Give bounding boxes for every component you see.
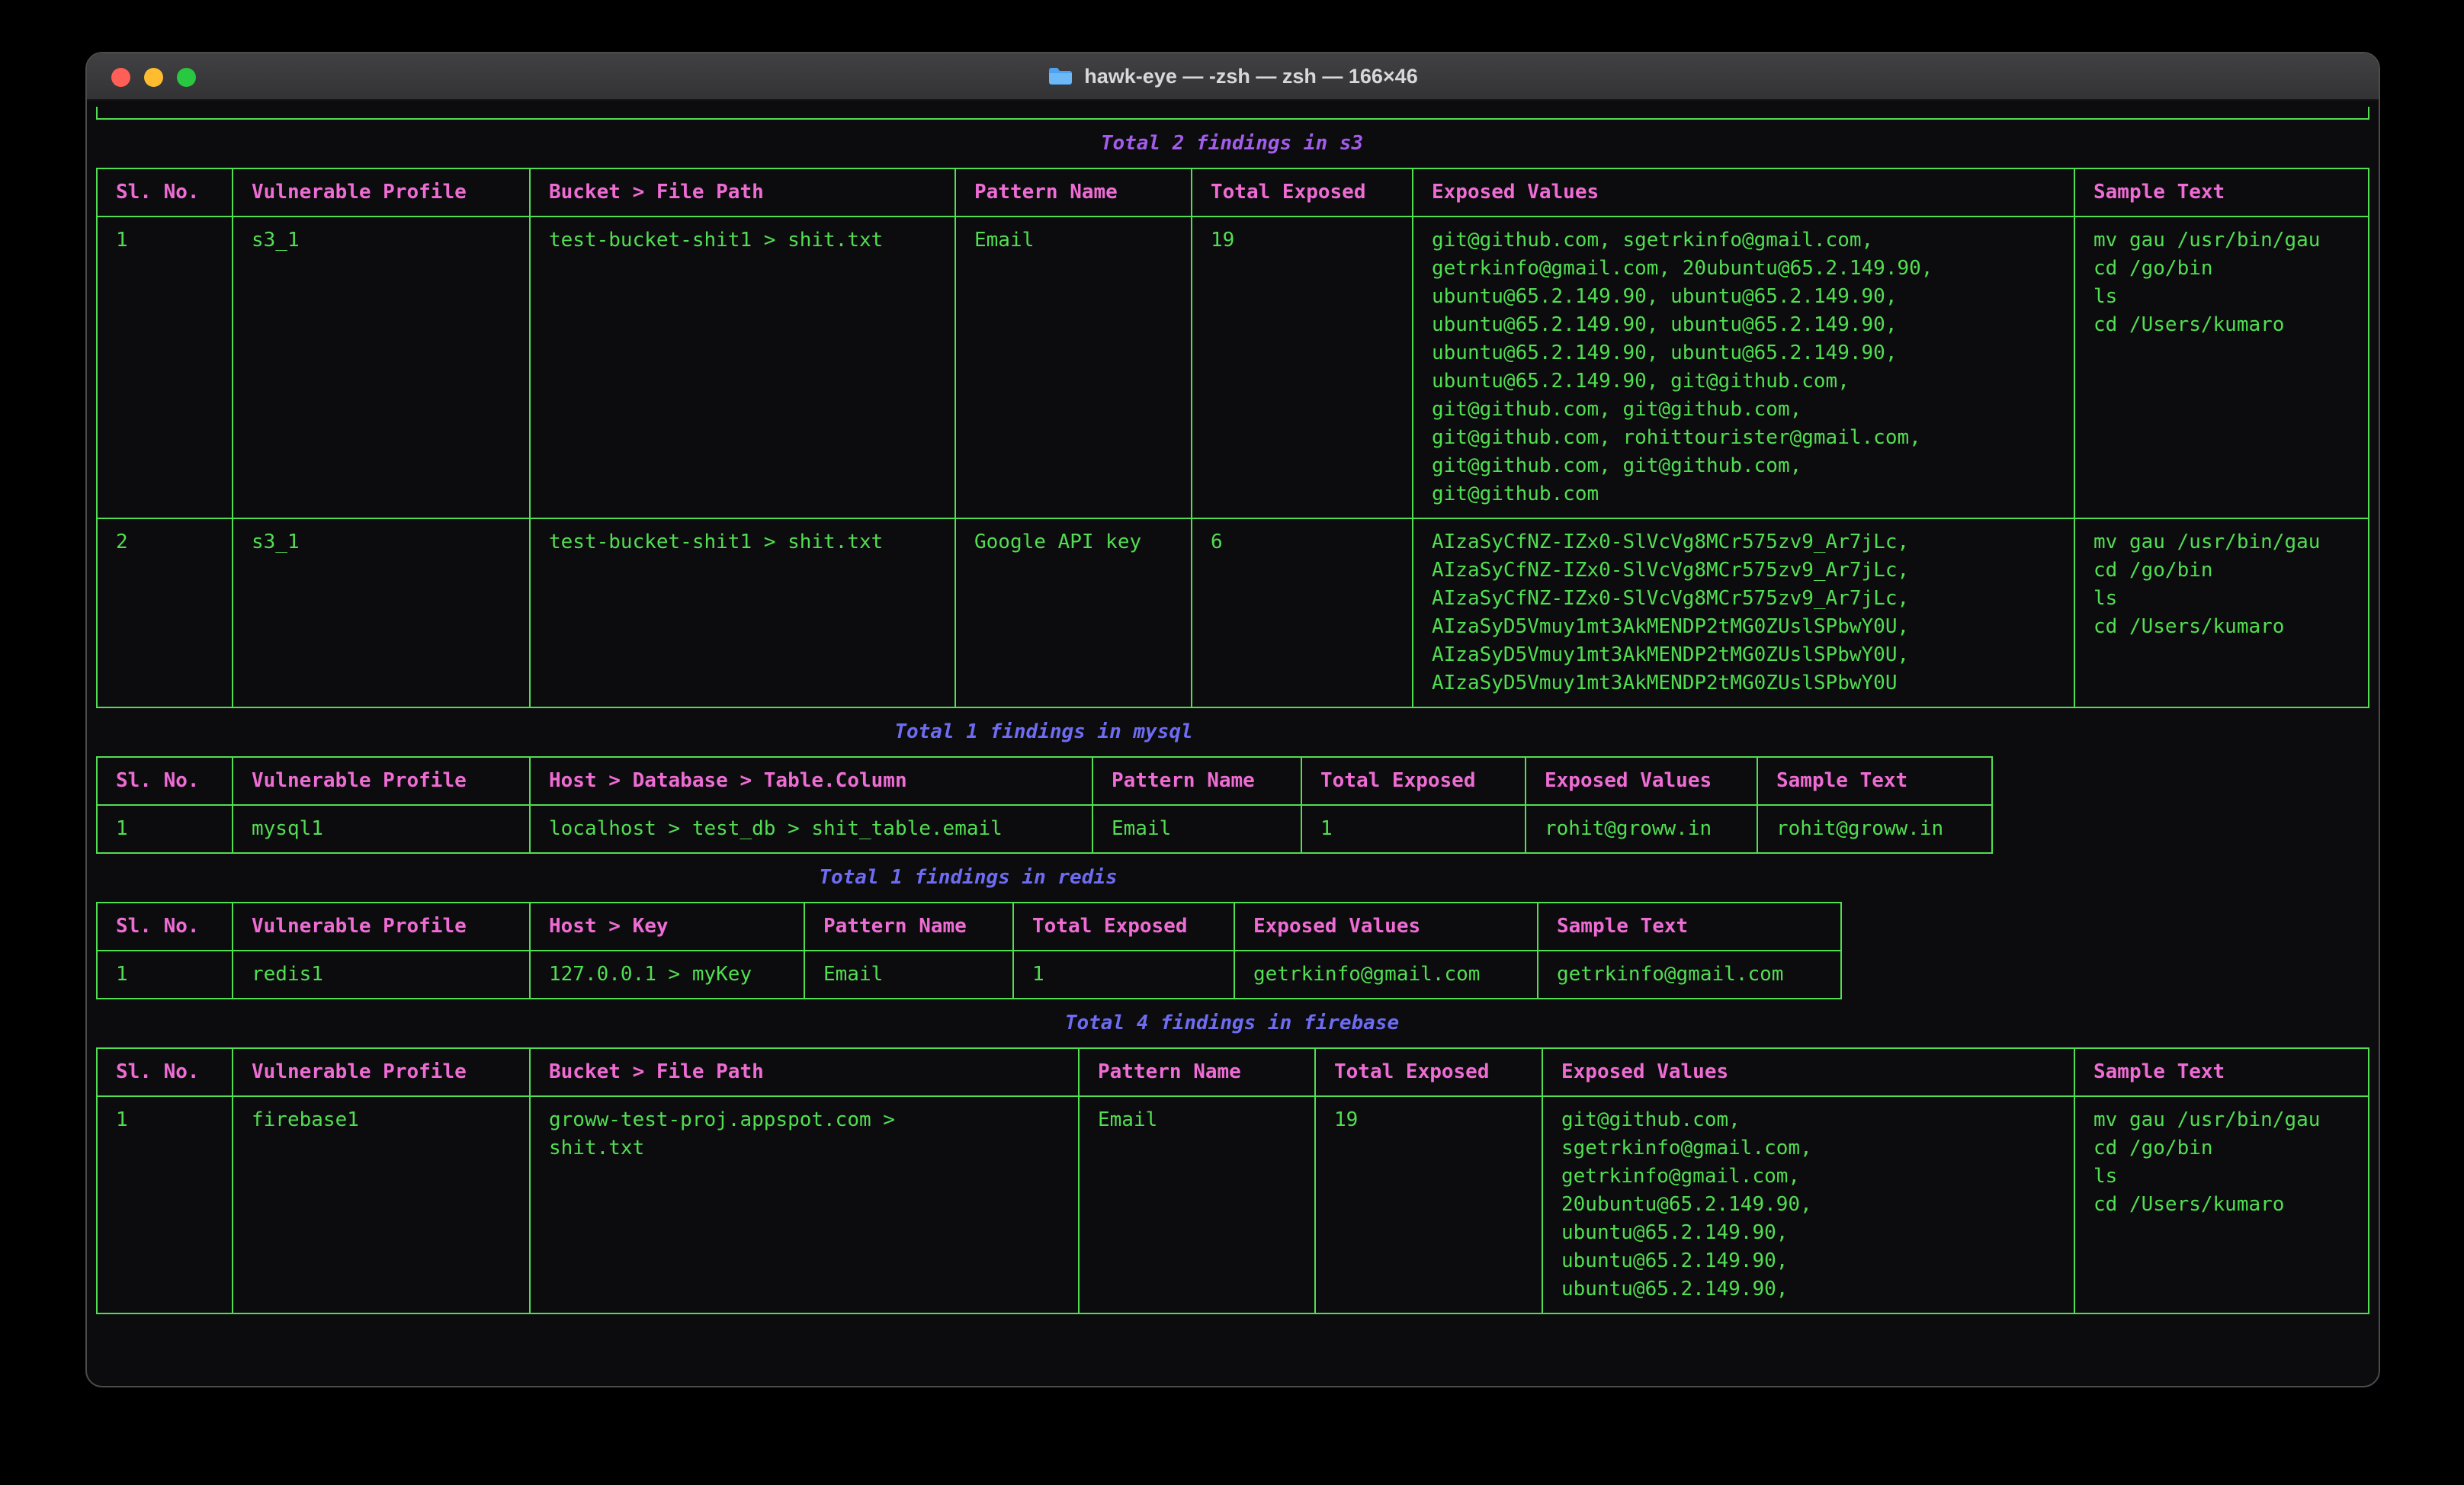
column-header: Bucket > File Path — [530, 168, 955, 216]
column-header: Sample Text — [1757, 757, 1992, 805]
header-row: Sl. No.Vulnerable ProfileBucket > File P… — [97, 1048, 2369, 1096]
findings-section-s3: Total 2 findings in s3 Sl. No.Vulnerable … — [96, 130, 2368, 708]
table-cell: 127.0.0.1 > myKey — [530, 951, 804, 999]
table-row: 1s3_1test-bucket-shit1 > shit.txtEmail19… — [97, 216, 2369, 518]
table-cell: 1 — [1301, 805, 1526, 853]
column-header: Sl. No. — [97, 903, 233, 951]
column-header: Sample Text — [2074, 168, 2369, 216]
table-cell: rohit@groww.in — [1526, 805, 1757, 853]
section-title-firebase: Total 4 findings in firebase — [96, 1009, 2368, 1038]
table-cell: Email — [955, 216, 1192, 518]
window-titlebar[interactable]: hawk-eye — -zsh — zsh — 166×46 — [87, 53, 2379, 101]
column-header: Total Exposed — [1192, 168, 1413, 216]
table-cell: 19 — [1315, 1096, 1542, 1313]
column-header: Exposed Values — [1234, 903, 1538, 951]
findings-sections: Total 2 findings in s3Sl. No.Vulnerable … — [96, 130, 2369, 1314]
table-cell: mv gau /usr/bin/gau cd /go/bin ls cd /Us… — [2074, 1096, 2369, 1313]
terminal-window: hawk-eye — -zsh — zsh — 166×46 Total 2 f… — [85, 52, 2380, 1387]
column-header: Total Exposed — [1013, 903, 1234, 951]
findings-table-mysql: Sl. No.Vulnerable ProfileHost > Database… — [96, 756, 1993, 854]
findings-section-mysql: Total 1 findings in mysql Sl. No.Vulnerab… — [96, 718, 1991, 854]
close-button[interactable] — [111, 68, 130, 87]
table-row: 1mysql1localhost > test_db > shit_table.… — [97, 805, 1992, 853]
window-title: hawk-eye — -zsh — zsh — 166×46 — [1084, 65, 1417, 88]
column-header: Pattern Name — [955, 168, 1192, 216]
column-header: Exposed Values — [1526, 757, 1757, 805]
table-cell: 1 — [97, 216, 233, 518]
header-row: Sl. No.Vulnerable ProfileHost > Database… — [97, 757, 1992, 805]
column-header: Total Exposed — [1301, 757, 1526, 805]
table-cell: 6 — [1192, 518, 1413, 707]
table-cell: 1 — [97, 951, 233, 999]
column-header: Sl. No. — [97, 757, 233, 805]
table-cell: test-bucket-shit1 > shit.txt — [530, 518, 955, 707]
column-header: Exposed Values — [1413, 168, 2074, 216]
folder-icon — [1048, 66, 1073, 86]
column-header: Vulnerable Profile — [233, 168, 530, 216]
column-header: Vulnerable Profile — [233, 903, 530, 951]
table-cell: localhost > test_db > shit_table.email — [530, 805, 1092, 853]
traffic-lights — [111, 53, 196, 101]
table-cell: mv gau /usr/bin/gau cd /go/bin ls cd /Us… — [2074, 216, 2369, 518]
table-cell: firebase1 — [233, 1096, 530, 1313]
findings-section-redis: Total 1 findings in redis Sl. No.Vulnerab… — [96, 864, 1840, 999]
table-cell: 1 — [97, 805, 233, 853]
findings-table-s3: Sl. No.Vulnerable ProfileBucket > File P… — [96, 168, 2369, 708]
zoom-button[interactable] — [177, 68, 196, 87]
terminal-content[interactable]: Total 2 findings in s3Sl. No.Vulnerable … — [87, 101, 2379, 1386]
section-title-mysql: Total 1 findings in mysql — [96, 718, 1991, 746]
header-row: Sl. No.Vulnerable ProfileHost > KeyPatte… — [97, 903, 1841, 951]
header-row: Sl. No.Vulnerable ProfileBucket > File P… — [97, 168, 2369, 216]
table-cell: 19 — [1192, 216, 1413, 518]
section-title-redis: Total 1 findings in redis — [96, 864, 1840, 892]
table-cell: getrkinfo@gmail.com — [1234, 951, 1538, 999]
table-cell: Email — [1092, 805, 1301, 853]
table-cell: 2 — [97, 518, 233, 707]
column-header: Vulnerable Profile — [233, 1048, 530, 1096]
column-header: Host > Key — [530, 903, 804, 951]
table-cell: s3_1 — [233, 518, 530, 707]
table-cell: getrkinfo@gmail.com — [1538, 951, 1841, 999]
table-cell: Email — [804, 951, 1013, 999]
table-cell: 1 — [1013, 951, 1234, 999]
column-header: Pattern Name — [1079, 1048, 1315, 1096]
column-header: Host > Database > Table.Column — [530, 757, 1092, 805]
column-header: Bucket > File Path — [530, 1048, 1079, 1096]
column-header: Sample Text — [2074, 1048, 2369, 1096]
table-cell: Google API key — [955, 518, 1192, 707]
table-cell: rohit@groww.in — [1757, 805, 1992, 853]
column-header: Sl. No. — [97, 168, 233, 216]
table-row: 2s3_1test-bucket-shit1 > shit.txtGoogle … — [97, 518, 2369, 707]
findings-section-firebase: Total 4 findings in firebase Sl. No.Vulne… — [96, 1009, 2368, 1314]
table-cell: groww-test-proj.appspot.com > shit.txt — [530, 1096, 1079, 1313]
table-cell: test-bucket-shit1 > shit.txt — [530, 216, 955, 518]
table-row: 1firebase1groww-test-proj.appspot.com > … — [97, 1096, 2369, 1313]
column-header: Vulnerable Profile — [233, 757, 530, 805]
table-cell: Email — [1079, 1096, 1315, 1313]
table-cell: 1 — [97, 1096, 233, 1313]
table-row: 1redis1127.0.0.1 > myKeyEmail1getrkinfo@… — [97, 951, 1841, 999]
column-header: Pattern Name — [1092, 757, 1301, 805]
column-header: Exposed Values — [1542, 1048, 2074, 1096]
previous-table-bottom-border — [96, 107, 2369, 120]
findings-table-redis: Sl. No.Vulnerable ProfileHost > KeyPatte… — [96, 902, 1842, 999]
table-cell: git@github.com, sgetrkinfo@gmail.com, ge… — [1413, 216, 2074, 518]
section-title-s3: Total 2 findings in s3 — [96, 130, 2368, 158]
column-header: Sl. No. — [97, 1048, 233, 1096]
table-cell: mv gau /usr/bin/gau cd /go/bin ls cd /Us… — [2074, 518, 2369, 707]
column-header: Pattern Name — [804, 903, 1013, 951]
minimize-button[interactable] — [144, 68, 163, 87]
table-cell: git@github.com, sgetrkinfo@gmail.com, ge… — [1542, 1096, 2074, 1313]
table-cell: mysql1 — [233, 805, 530, 853]
findings-table-firebase: Sl. No.Vulnerable ProfileBucket > File P… — [96, 1047, 2369, 1314]
column-header: Total Exposed — [1315, 1048, 1542, 1096]
table-cell: s3_1 — [233, 216, 530, 518]
table-cell: redis1 — [233, 951, 530, 999]
table-cell: AIzaSyCfNZ-IZx0-SlVcVg8MCr575zv9_Ar7jLc,… — [1413, 518, 2074, 707]
column-header: Sample Text — [1538, 903, 1841, 951]
